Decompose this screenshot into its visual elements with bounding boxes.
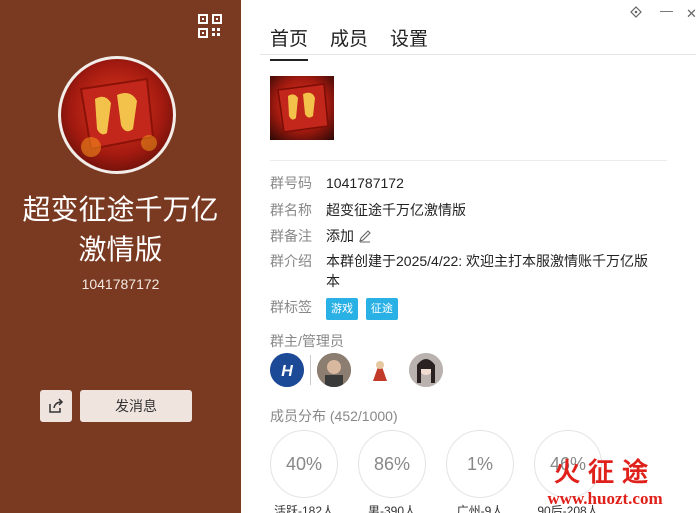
group-note-row: 群备注 添加: [270, 226, 666, 246]
stat-location[interactable]: 1% 广州-9人: [446, 430, 514, 513]
tag-game[interactable]: 游戏: [326, 298, 358, 320]
stat-circle: 40%: [270, 430, 338, 498]
send-message-button[interactable]: 发消息: [80, 390, 192, 422]
group-name-row: 群名称 超变征途千万亿激情版: [270, 200, 666, 220]
group-tags-row: 群标签 游戏 征途: [270, 297, 666, 320]
minimize-button[interactable]: —: [660, 3, 673, 18]
tab-bar: 首页 成员 设置: [270, 24, 428, 61]
stat-label: 活跃-182人: [273, 504, 335, 513]
stat-active[interactable]: 40% 活跃-182人: [270, 430, 338, 513]
tab-settings[interactable]: 设置: [390, 24, 428, 61]
share-button[interactable]: [40, 390, 72, 422]
group-id-row: 群号码 1041787172: [270, 173, 666, 193]
group-name-label: 群名称: [270, 202, 312, 218]
group-id-label: 群号码: [270, 175, 312, 191]
qr-code-icon[interactable]: [198, 14, 222, 38]
tag-zhengtu[interactable]: 征途: [365, 298, 398, 320]
member-distribution-label: 成员分布: [270, 408, 326, 424]
group-intro-label: 群介绍: [270, 253, 312, 269]
group-id: 1041787172: [81, 276, 160, 292]
group-avatar[interactable]: [58, 56, 176, 174]
admin-avatar[interactable]: H: [270, 353, 304, 387]
group-name-value: 超变征途千万亿激情版: [326, 202, 466, 218]
stat-circle: 1%: [446, 430, 514, 498]
divider: [270, 160, 667, 161]
group-id-value: 1041787172: [326, 175, 404, 191]
admin-avatar[interactable]: [363, 353, 397, 387]
admin-list: H: [270, 353, 455, 387]
admin-avatar[interactable]: [409, 353, 443, 387]
admin-avatar[interactable]: [317, 353, 351, 387]
group-note-value: 添加: [326, 228, 354, 244]
tab-home[interactable]: 首页: [270, 24, 309, 61]
tab-members[interactable]: 成员: [330, 24, 368, 61]
share-icon: [49, 398, 64, 413]
watermark: 火征途 www.huozt.com: [520, 452, 690, 509]
group-profile-panel: 超变征途千万亿激情版 1041787172 发消息: [0, 0, 241, 513]
stat-circle: 86%: [358, 430, 426, 498]
group-note-label: 群备注: [270, 228, 312, 244]
admin-divider: [310, 355, 311, 385]
close-button[interactable]: ✕: [686, 6, 696, 22]
group-tags-label: 群标签: [270, 299, 312, 315]
group-thumbnail[interactable]: [270, 76, 334, 140]
group-intro-value: 本群创建于2025/4/22: 欢迎主打本服激情账千万亿版本: [326, 253, 649, 289]
pencil-icon: [359, 230, 371, 243]
watermark-url: www.huozt.com: [547, 489, 663, 508]
member-distribution-title: 成员分布 (452/1000): [270, 406, 398, 426]
admins-title: 群主/管理员: [270, 333, 344, 349]
member-count: (452/1000): [329, 408, 398, 424]
group-note-edit[interactable]: 添加: [326, 226, 666, 246]
stat-label: 男-390人: [367, 504, 417, 513]
watermark-logo-text: 火征途: [553, 458, 656, 487]
group-name-title: 超变征途千万亿激情版: [22, 194, 219, 265]
group-intro-row: 群介绍 本群创建于2025/4/22: 欢迎主打本服激情账千万亿版本: [270, 251, 656, 291]
pin-icon[interactable]: [630, 6, 642, 21]
tab-divider: [260, 54, 696, 55]
stat-male[interactable]: 86% 男-390人: [358, 430, 426, 513]
stat-label: 广州-9人: [456, 504, 504, 513]
svg-text:H: H: [281, 363, 293, 380]
